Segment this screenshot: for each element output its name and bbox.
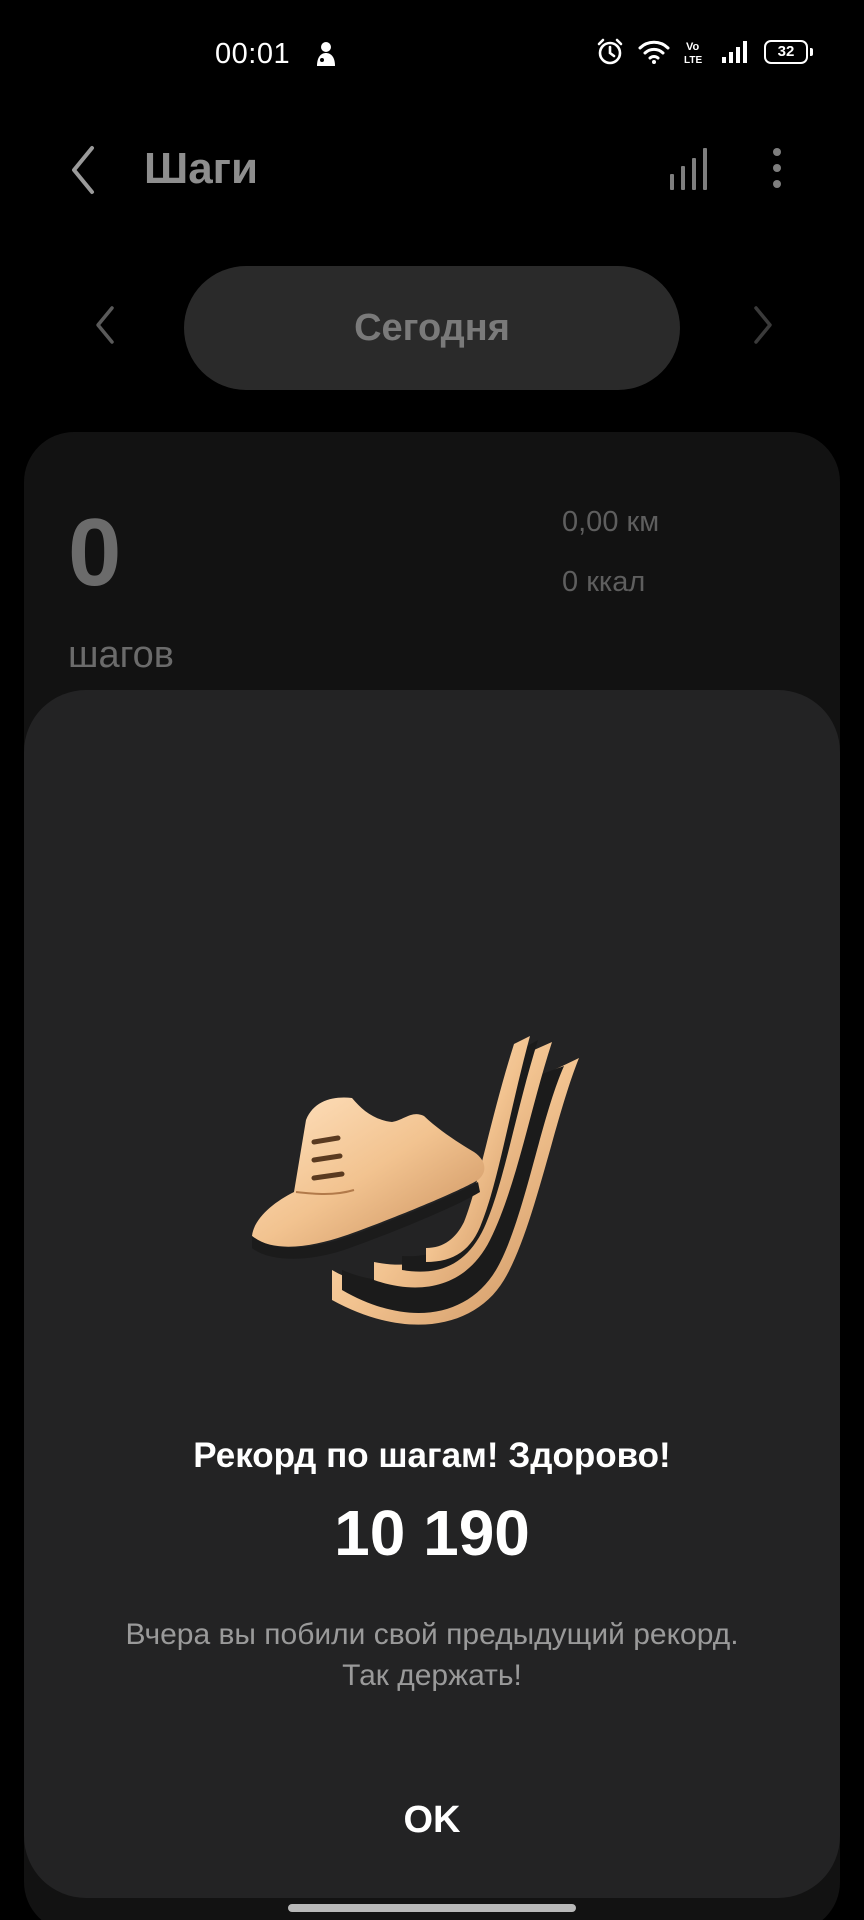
calories-value: 0 <box>562 566 579 598</box>
achievement-heading: Рекорд по шагам! Здорово! <box>193 1436 671 1475</box>
status-bar: 00:01 Vo LTE 32 <box>0 0 864 110</box>
signal-icon <box>722 41 747 63</box>
previous-day-chevron-icon[interactable] <box>86 300 126 350</box>
calories-unit: ккал <box>586 566 646 598</box>
volte-icon: Vo LTE <box>684 41 702 66</box>
achievement-description: Вчера вы побили свой предыдущий рекорд. … <box>125 1618 739 1692</box>
more-vertical-icon[interactable] <box>758 144 796 192</box>
notification-icon <box>317 42 335 66</box>
alarm-icon <box>597 38 623 65</box>
back-chevron-icon[interactable] <box>62 142 106 198</box>
wifi-icon <box>638 40 670 64</box>
app-bar: Шаги <box>0 120 864 220</box>
svg-text:Vo: Vo <box>686 41 700 53</box>
battery-icon: 32 <box>764 40 813 64</box>
ok-button[interactable]: OK <box>282 1772 582 1868</box>
shoe-badge-icon <box>252 1036 579 1325</box>
distance-stat: 0,00 км <box>562 506 659 539</box>
home-indicator[interactable] <box>288 1904 576 1912</box>
date-selector[interactable]: Сегодня <box>184 266 680 390</box>
achievement-dialog: Рекорд по шагам! Здорово! 10 190 Вчера в… <box>24 690 840 1898</box>
achievement-value: 10 190 <box>334 1497 530 1569</box>
distance-unit: км <box>626 506 660 538</box>
date-label: Сегодня <box>354 306 510 349</box>
bar-chart-icon[interactable] <box>668 144 714 192</box>
svg-text:LTE: LTE <box>684 55 702 66</box>
next-day-chevron-icon[interactable] <box>742 300 782 350</box>
calories-stat: 0 ккал <box>562 566 645 599</box>
steps-unit: шагов <box>68 634 174 676</box>
steps-count: 0 <box>68 499 122 606</box>
status-time: 00:01 <box>215 38 291 70</box>
status-icons: Vo LTE 32 <box>596 38 813 66</box>
distance-value: 0,00 <box>562 506 619 538</box>
page-title: Шаги <box>144 144 259 193</box>
